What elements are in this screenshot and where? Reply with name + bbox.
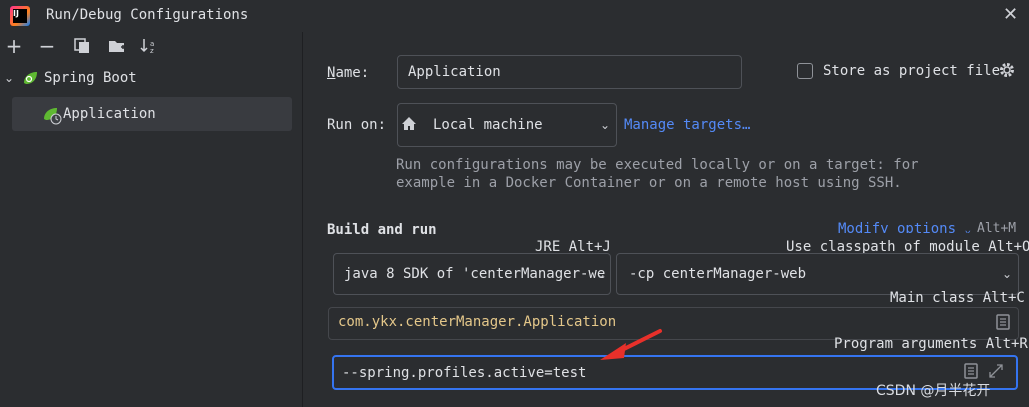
panel-divider bbox=[302, 32, 303, 407]
browse-icon[interactable] bbox=[996, 314, 1010, 334]
jre-value: java 8 SDK of 'centerManager-web' bbox=[344, 266, 606, 282]
gear-icon[interactable] bbox=[998, 61, 1016, 83]
add-icon[interactable]: + bbox=[4, 34, 24, 58]
tree-item-application[interactable]: Application bbox=[63, 106, 156, 122]
run-on-hint-line1: Run configurations may be executed local… bbox=[396, 157, 919, 173]
chevron-down-icon: ⌄ bbox=[600, 118, 611, 132]
modify-options-link[interactable]: Modify options ⌄ bbox=[838, 221, 971, 233]
sort-icon[interactable]: az bbox=[140, 36, 160, 56]
program-args-value: --spring.profiles.active=test bbox=[342, 365, 587, 381]
classpath-value: -cp centerManager-web bbox=[629, 266, 807, 282]
name-field[interactable]: Application bbox=[397, 55, 742, 89]
name-label: Name: bbox=[327, 65, 370, 81]
run-on-select[interactable]: Local machine ⌄ bbox=[397, 103, 617, 147]
chevron-down-icon[interactable]: ⌄ bbox=[4, 71, 14, 85]
main-class-label: Main class Alt+C bbox=[890, 290, 1025, 306]
new-folder-icon[interactable] bbox=[107, 36, 127, 56]
build-and-run-title: Build and run bbox=[327, 222, 437, 238]
run-on-label: Run on: bbox=[327, 117, 387, 133]
close-icon[interactable]: ✕ bbox=[1003, 4, 1018, 25]
run-on-value: Local machine bbox=[433, 117, 543, 133]
window-title: Run/Debug Configurations bbox=[46, 7, 249, 23]
csdn-watermark: CSDN @月半花开 bbox=[876, 383, 991, 399]
manage-targets-link[interactable]: Manage targets… bbox=[624, 117, 750, 133]
home-icon bbox=[401, 116, 417, 136]
name-value: Application bbox=[408, 64, 501, 80]
expand-icon[interactable] bbox=[988, 363, 1004, 383]
tree-group-spring-boot[interactable]: Spring Boot bbox=[44, 70, 137, 86]
intellij-logo-icon: IJ bbox=[10, 6, 30, 26]
svg-text:z: z bbox=[150, 47, 154, 54]
run-on-hint-line2: example in a Docker Container or on a re… bbox=[396, 175, 902, 191]
remove-icon[interactable]: − bbox=[37, 34, 57, 58]
main-class-value: com.ykx.centerManager.Application bbox=[338, 314, 617, 330]
chevron-down-icon: ⌄ bbox=[596, 267, 607, 281]
modify-options-shortcut: Alt+M bbox=[977, 221, 1017, 233]
chevron-down-icon: ⌄ bbox=[1002, 267, 1013, 281]
copy-icon[interactable] bbox=[72, 36, 92, 56]
store-as-project-file-checkbox[interactable] bbox=[797, 63, 813, 79]
spring-app-icon bbox=[42, 107, 62, 129]
annotation-arrow-icon bbox=[600, 329, 662, 360]
classpath-select[interactable]: -cp centerManager-web ⌄ bbox=[616, 253, 1019, 295]
store-as-project-file-label[interactable]: Store as project file bbox=[823, 63, 1000, 79]
program-args-label: Program arguments Alt+R bbox=[834, 336, 1028, 352]
jre-select[interactable]: java 8 SDK of 'centerManager-web' ⌄ bbox=[333, 253, 611, 295]
spring-boot-icon bbox=[22, 71, 38, 89]
